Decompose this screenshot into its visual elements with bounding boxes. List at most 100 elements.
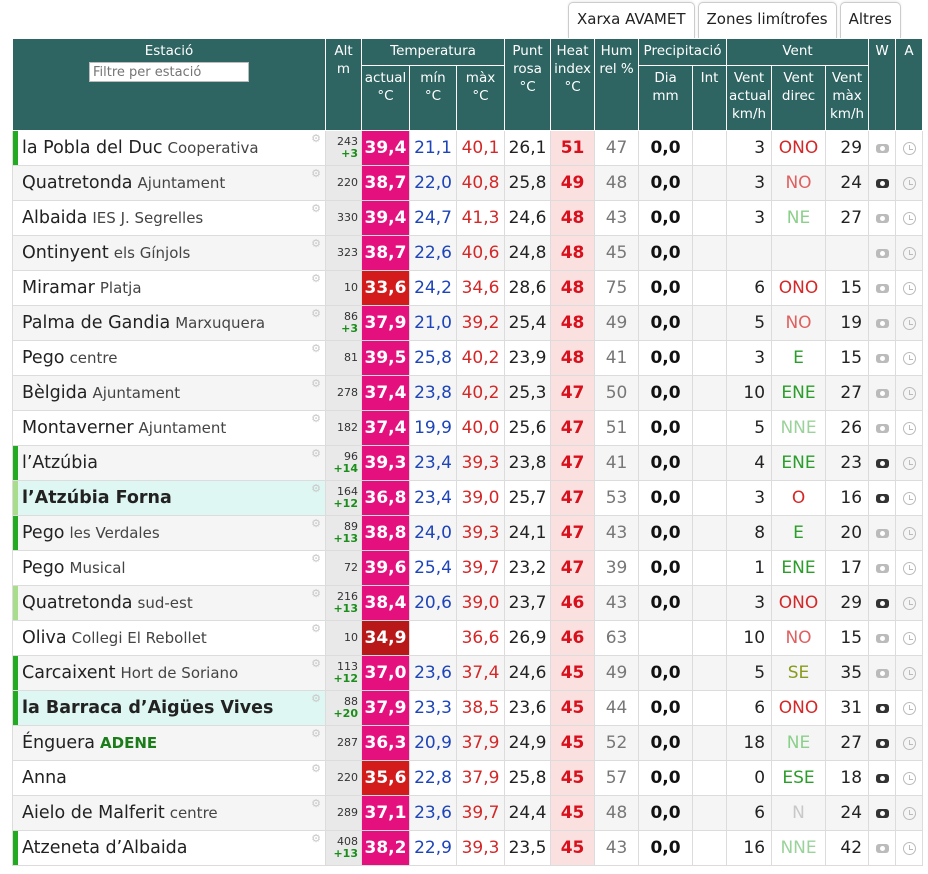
table-row[interactable]: Ontinyent els Gínjols ⚙ 323 38,7 22,6 40,6…: [12, 235, 924, 271]
webcam-icon[interactable]: [875, 389, 889, 398]
clock-icon[interactable]: [902, 667, 916, 680]
gear-icon[interactable]: ⚙: [311, 587, 321, 601]
gear-icon[interactable]: ⚙: [311, 657, 321, 671]
webcam-icon[interactable]: [875, 669, 889, 678]
gear-icon[interactable]: ⚙: [311, 342, 321, 356]
col-temp-actual[interactable]: actual °C: [361, 65, 410, 131]
station-cell[interactable]: Bèlgida Ajuntament ⚙: [12, 375, 326, 411]
station-name[interactable]: Quatretonda: [22, 593, 133, 613]
webcam-cell[interactable]: [868, 725, 897, 761]
station-name[interactable]: Atzeneta d’Albaida: [22, 838, 188, 858]
history-cell[interactable]: [895, 620, 924, 656]
station-cell[interactable]: Oliva Collegi El Rebollet ⚙: [12, 620, 326, 656]
table-row[interactable]: l’Atzúbia ⚙ 96 +14 39,3 23,4 39,3 23,8 47 …: [12, 445, 924, 481]
gear-icon[interactable]: ⚙: [311, 272, 321, 286]
table-row[interactable]: Aielo de Malferit centre ⚙ 289 37,1 23,6 3…: [12, 795, 924, 831]
gear-icon[interactable]: ⚙: [311, 377, 321, 391]
col-w[interactable]: W: [868, 38, 897, 131]
webcam-cell[interactable]: [868, 620, 897, 656]
station-name[interactable]: Miramar: [22, 278, 95, 298]
station-name[interactable]: Ontinyent: [22, 243, 109, 263]
webcam-icon[interactable]: [875, 214, 889, 223]
webcam-icon[interactable]: [875, 179, 889, 188]
tab-xarxa-avamet[interactable]: Xarxa AVAMET: [568, 2, 695, 38]
station-cell[interactable]: l’Atzúbia ⚙: [12, 445, 326, 481]
webcam-icon[interactable]: [875, 459, 889, 468]
webcam-icon[interactable]: [875, 144, 889, 153]
gear-icon[interactable]: ⚙: [311, 447, 321, 461]
table-row[interactable]: Quatretonda sud-est ⚙ 216 +13 38,4 20,6 39,…: [12, 585, 924, 621]
gear-icon[interactable]: ⚙: [311, 797, 321, 811]
webcam-icon[interactable]: [875, 529, 889, 538]
gear-icon[interactable]: ⚙: [311, 517, 321, 531]
history-cell[interactable]: [895, 795, 924, 831]
station-name[interactable]: Énguera: [22, 733, 95, 753]
webcam-cell[interactable]: [868, 130, 897, 166]
station-name[interactable]: la Pobla del Duc: [22, 138, 163, 158]
webcam-cell[interactable]: [868, 410, 897, 446]
history-cell[interactable]: [895, 690, 924, 726]
station-name[interactable]: Pego: [22, 523, 65, 543]
history-cell[interactable]: [895, 760, 924, 796]
station-cell[interactable]: Palma de Gandia Marxuquera ⚙: [12, 305, 326, 341]
col-temp-min[interactable]: mín °C: [409, 65, 457, 131]
table-row[interactable]: Oliva Collegi El Rebollet ⚙ 10 34,9 36,6 2…: [12, 620, 924, 656]
webcam-icon[interactable]: [875, 634, 889, 643]
station-cell[interactable]: Quatretonda sud-est ⚙: [12, 585, 326, 621]
station-cell[interactable]: Pego centre ⚙: [12, 340, 326, 376]
clock-icon[interactable]: [902, 142, 916, 155]
gear-icon[interactable]: ⚙: [311, 762, 321, 776]
history-cell[interactable]: [895, 550, 924, 586]
history-cell[interactable]: [895, 375, 924, 411]
col-vent-max[interactable]: Vent màx km/h: [825, 65, 870, 131]
station-cell[interactable]: Énguera ADENE ⚙: [12, 725, 326, 761]
col-temp-max[interactable]: màx °C: [455, 65, 506, 131]
clock-icon[interactable]: [902, 422, 916, 435]
gear-icon[interactable]: ⚙: [311, 482, 321, 496]
station-cell[interactable]: Ontinyent els Gínjols ⚙: [12, 235, 326, 271]
station-filter-input[interactable]: [89, 62, 249, 82]
clock-icon[interactable]: [902, 387, 916, 400]
webcam-icon[interactable]: [875, 774, 889, 783]
history-cell[interactable]: [895, 270, 924, 306]
table-row[interactable]: Énguera ADENE ⚙ 287 36,3 20,9 37,9 24,9 45…: [12, 725, 924, 761]
tab-zones-limitrofes[interactable]: Zones limítrofes: [697, 2, 837, 38]
history-cell[interactable]: [895, 445, 924, 481]
clock-icon[interactable]: [902, 527, 916, 540]
station-cell[interactable]: la Pobla del Duc Cooperativa ⚙: [12, 130, 326, 166]
gear-icon[interactable]: ⚙: [311, 202, 321, 216]
clock-icon[interactable]: [902, 212, 916, 225]
station-cell[interactable]: Atzeneta d’Albaida ⚙: [12, 830, 326, 866]
gear-icon[interactable]: ⚙: [311, 832, 321, 846]
table-row[interactable]: Carcaixent Hort de Soriano ⚙ 113 +12 37,0 2…: [12, 655, 924, 691]
webcam-icon[interactable]: [875, 319, 889, 328]
station-name[interactable]: Carcaixent: [22, 663, 116, 683]
webcam-cell[interactable]: [868, 375, 897, 411]
gear-icon[interactable]: ⚙: [311, 237, 321, 251]
webcam-cell[interactable]: [868, 795, 897, 831]
col-heat-index[interactable]: Heat index °C: [550, 38, 596, 131]
webcam-icon[interactable]: [875, 249, 889, 258]
history-cell[interactable]: [895, 725, 924, 761]
table-row[interactable]: Albaida IES J. Segrelles ⚙ 330 39,4 24,7 4…: [12, 200, 924, 236]
table-row[interactable]: Pego les Verdales ⚙ 89 +13 38,8 24,0 39,3 2…: [12, 515, 924, 551]
table-row[interactable]: Quatretonda Ajuntament ⚙ 220 38,7 22,0 40,…: [12, 165, 924, 201]
station-name[interactable]: Aielo de Malferit: [22, 803, 165, 823]
webcam-cell[interactable]: [868, 585, 897, 621]
station-name[interactable]: l’Atzúbia: [22, 453, 98, 473]
webcam-cell[interactable]: [868, 235, 897, 271]
station-cell[interactable]: Quatretonda Ajuntament ⚙: [12, 165, 326, 201]
clock-icon[interactable]: [902, 737, 916, 750]
clock-icon[interactable]: [902, 772, 916, 785]
gear-icon[interactable]: ⚙: [311, 167, 321, 181]
clock-icon[interactable]: [902, 842, 916, 855]
tab-altres[interactable]: Altres: [839, 2, 901, 38]
station-name[interactable]: Palma de Gandia: [22, 313, 170, 333]
gear-icon[interactable]: ⚙: [311, 412, 321, 426]
table-row[interactable]: la Pobla del Duc Cooperativa ⚙ 243 +3 39,4 …: [12, 130, 924, 166]
col-a[interactable]: A: [895, 38, 924, 131]
clock-icon[interactable]: [902, 492, 916, 505]
station-name[interactable]: Anna: [22, 768, 67, 788]
station-name[interactable]: l’Atzúbia Forna: [22, 488, 172, 508]
table-row[interactable]: Pego Musical ⚙ 72 39,6 25,4 39,7 23,2 47 3…: [12, 550, 924, 586]
